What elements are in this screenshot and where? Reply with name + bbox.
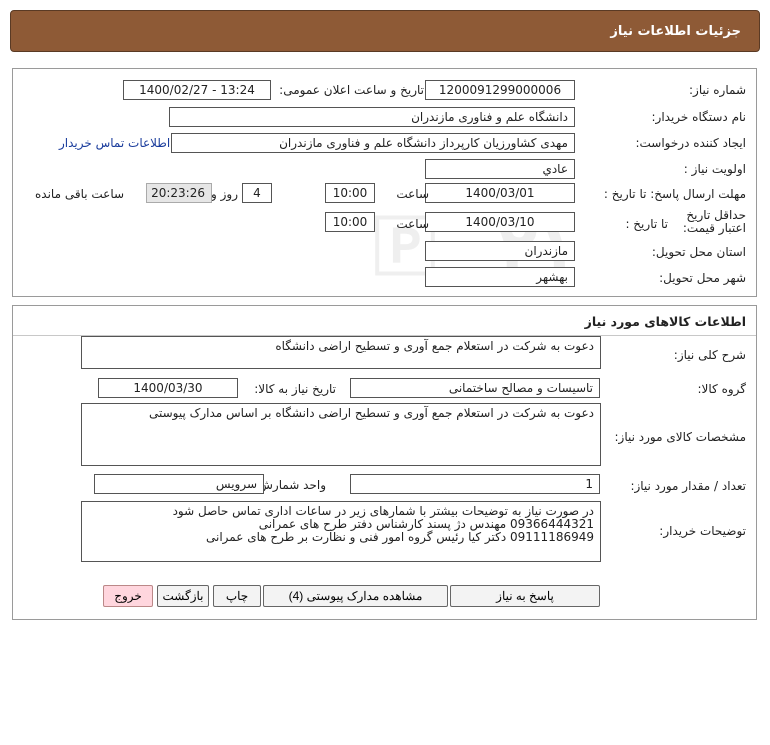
- province-field: مازندران: [425, 241, 575, 261]
- validity-label: حداقل تاریخ اعتبار قیمت:: [682, 208, 746, 235]
- deadline-time-field: 10:00: [325, 183, 375, 203]
- days-field: 4: [242, 183, 272, 203]
- buyer-contact-link[interactable]: اطلاعات تماس خریدار: [59, 136, 170, 150]
- need-date-field: 1400/03/30: [98, 378, 238, 398]
- city-label: شهر محل تحویل:: [659, 271, 746, 285]
- need-number-field: 1200091299000006: [425, 80, 575, 100]
- province-label: استان محل تحویل:: [651, 245, 746, 259]
- validity-time-field: 10:00: [325, 212, 375, 232]
- announce-label: تاریخ و ساعت اعلان عمومی:: [279, 83, 424, 97]
- validity-time-label: ساعت: [396, 217, 429, 231]
- creator-label: ایجاد کننده درخواست:: [635, 136, 746, 150]
- creator-field: مهدی کشاورزیان کارپرداز دانشگاه علم و فن…: [171, 133, 575, 153]
- goods-section-title: اطلاعات کالاهای مورد نیاز: [584, 314, 746, 329]
- back-button[interactable]: بازگشت: [157, 585, 209, 607]
- city-field: بهشهر: [425, 267, 575, 287]
- page-header: جزئیات اطلاعات نیاز: [10, 10, 760, 52]
- need-number-label: شماره نیاز:: [689, 83, 746, 97]
- notes-label: توضیحات خریدار:: [659, 524, 746, 538]
- unit-field: سرویس: [94, 474, 264, 494]
- reply-button[interactable]: پاسخ به نیاز: [450, 585, 600, 607]
- remaining-label: ساعت باقی مانده: [35, 187, 125, 201]
- notes-field: در صورت نیاز به توضیحات بیشتر با شمارهای…: [81, 501, 601, 562]
- spec-field: دعوت به شرکت در استعلام جمع آوری و تسطیح…: [81, 403, 601, 466]
- need-info-panel: 🄿 ۰۲۱ شماره نیاز: 1200091299000006 تاریخ…: [12, 68, 757, 297]
- qty-label: تعداد / مقدار مورد نیاز:: [630, 479, 746, 493]
- deadline-label: مهلت ارسال پاسخ: تا تاریخ :: [603, 187, 746, 201]
- group-field: تاسیسات و مصالح ساختمانی: [350, 378, 600, 398]
- days-label: روز و: [211, 187, 238, 201]
- summary-field: دعوت به شرکت در استعلام جمع آوری و تسطیح…: [81, 336, 601, 369]
- priority-label: اولویت نیاز :: [683, 162, 746, 176]
- validity-until-label: تا تاریخ :: [625, 217, 668, 231]
- group-label: گروه کالا:: [697, 382, 747, 396]
- deadline-date-field: 1400/03/01: [425, 183, 575, 203]
- print-button[interactable]: چاپ: [213, 585, 261, 607]
- notes-line: 09111186949 دکتر کیا رئیس گروه امور فنی …: [205, 530, 594, 544]
- spec-label: مشخصات کالای مورد نیاز:: [614, 430, 746, 444]
- unit-label: واحد شمارش:: [254, 478, 326, 492]
- priority-field: عادي: [425, 159, 575, 179]
- need-date-label: تاریخ نیاز به کالا:: [254, 382, 336, 396]
- qty-field: 1: [350, 474, 600, 494]
- goods-info-panel: ~~~ اطلاعات کالاهای مورد نیاز شرح کلی نی…: [12, 305, 757, 620]
- deadline-time-label: ساعت: [396, 187, 429, 201]
- remaining-time-field: 20:23:26: [146, 183, 212, 203]
- buyer-field: دانشگاه علم و فناوری مازندران: [169, 107, 575, 127]
- view-attachments-button[interactable]: مشاهده مدارک پیوستی (4): [263, 585, 448, 607]
- validity-date-field: 1400/03/10: [425, 212, 575, 232]
- announce-field: 1400/02/27 - 13:24: [123, 80, 271, 100]
- summary-label: شرح کلی نیاز:: [673, 348, 746, 362]
- page-title: جزئیات اطلاعات نیاز: [610, 23, 741, 39]
- buyer-label: نام دستگاه خریدار:: [651, 110, 747, 124]
- exit-button[interactable]: خروج: [103, 585, 153, 607]
